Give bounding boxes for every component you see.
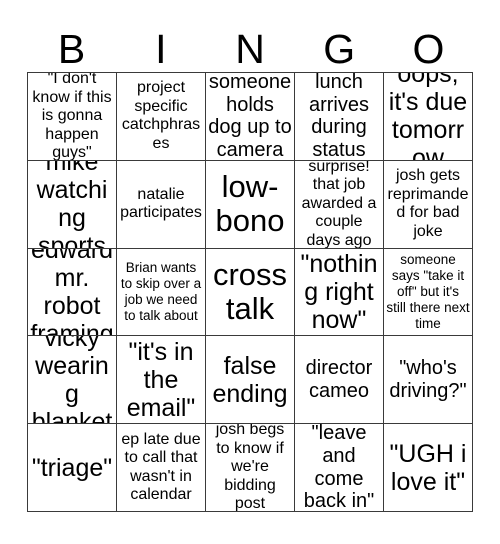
header-letter-n: N	[205, 14, 294, 72]
bingo-cell[interactable]: "nothing right now"	[295, 248, 384, 337]
bingo-cell[interactable]: edward mr. robot framing	[28, 248, 117, 337]
bingo-cell[interactable]: josh begs to know if we're bidding post	[206, 424, 295, 512]
bingo-cell[interactable]: "leave and come back in"	[295, 424, 384, 512]
bingo-cell[interactable]: false ending	[206, 336, 295, 425]
bingo-cell-text: "UGH i love it"	[389, 439, 467, 496]
bingo-cell-text: lunch arrives during status	[308, 73, 369, 161]
bingo-cell-text: false ending	[212, 351, 288, 408]
bingo-cell[interactable]: Brian wants to skip over a job we need t…	[117, 248, 206, 337]
bingo-cell[interactable]: low-bono	[206, 160, 295, 249]
bingo-cell-text: edward mr. robot framing	[30, 248, 114, 337]
bingo-cell[interactable]: lunch arrives during status	[295, 73, 384, 161]
header-letter-o-text: O	[412, 26, 445, 72]
bingo-cell-text: "triage"	[31, 453, 113, 482]
header-letter-b: B	[27, 14, 116, 72]
bingo-cell[interactable]: "triage"	[28, 424, 117, 512]
bingo-cell-text: josh gets reprimanded for bad joke	[387, 167, 469, 240]
bingo-cell-text: "leave and come back in"	[303, 424, 375, 512]
header-letter-b-text: B	[57, 26, 86, 72]
bingo-card: B I N G O "I don't know if this is gonna…	[0, 0, 500, 544]
bingo-cell-text: someone says "take it off" but it's stil…	[386, 252, 470, 331]
bingo-cell-text: "who's driving?"	[389, 356, 467, 402]
header-letter-i-text: I	[155, 26, 167, 72]
bingo-cell-text: director cameo	[305, 356, 373, 402]
bingo-cell-text: cross talk	[212, 256, 288, 326]
bingo-cell[interactable]: natalie participates	[117, 160, 206, 249]
bingo-cell-text: someone holds dog up to camera	[208, 73, 292, 161]
bingo-cell-text: oops, it's due tomorrow	[388, 73, 468, 161]
bingo-cell[interactable]: "it's in the email"	[117, 336, 206, 425]
bingo-cell[interactable]: surprise! that job awarded a couple days…	[295, 160, 384, 249]
bingo-cell[interactable]: "UGH i love it"	[384, 424, 473, 512]
bingo-cell-text: ep late due to call that wasn't in calen…	[121, 430, 201, 504]
bingo-cell[interactable]: cross talk	[206, 248, 295, 337]
bingo-cell-text: josh begs to know if we're bidding post	[215, 424, 285, 512]
bingo-cell-text: low-bono	[215, 169, 285, 239]
bingo-header: B I N G O	[27, 14, 473, 72]
bingo-cell-text: Brian wants to skip over a job we need t…	[120, 260, 202, 323]
bingo-cell[interactable]: mike watching sports	[28, 160, 117, 249]
bingo-cell-text: "it's in the email"	[126, 337, 196, 422]
header-letter-g: G	[295, 14, 384, 72]
bingo-cell-text: "nothing right now"	[300, 249, 378, 334]
header-letter-n-text: N	[235, 26, 265, 72]
bingo-cell[interactable]: ep late due to call that wasn't in calen…	[117, 424, 206, 512]
bingo-cell[interactable]: "I don't know if this is gonna happen gu…	[28, 73, 117, 161]
bingo-cell[interactable]: josh gets reprimanded for bad joke	[384, 160, 473, 249]
header-letter-o: O	[384, 14, 473, 72]
bingo-cell[interactable]: vicky wearing blanket	[28, 336, 117, 425]
bingo-cell-text: project specific catchphrases	[121, 79, 201, 152]
header-letter-g-text: G	[323, 26, 356, 72]
bingo-cell[interactable]: someone holds dog up to camera	[206, 73, 295, 161]
bingo-cell-text: natalie participates	[120, 185, 202, 222]
bingo-cell-text: vicky wearing blanket	[31, 336, 113, 425]
bingo-grid: "I don't know if this is gonna happen gu…	[27, 72, 473, 512]
bingo-cell[interactable]: director cameo	[295, 336, 384, 425]
bingo-cell-text: mike watching sports	[36, 160, 108, 249]
bingo-cell-text: "I don't know if this is gonna happen gu…	[32, 73, 112, 161]
bingo-cell[interactable]: oops, it's due tomorrow	[384, 73, 473, 161]
bingo-cell[interactable]: "who's driving?"	[384, 336, 473, 425]
bingo-cell-text: surprise! that job awarded a couple days…	[301, 160, 377, 249]
bingo-cell[interactable]: project specific catchphrases	[117, 73, 206, 161]
bingo-cell[interactable]: someone says "take it off" but it's stil…	[384, 248, 473, 337]
header-letter-i: I	[116, 14, 205, 72]
